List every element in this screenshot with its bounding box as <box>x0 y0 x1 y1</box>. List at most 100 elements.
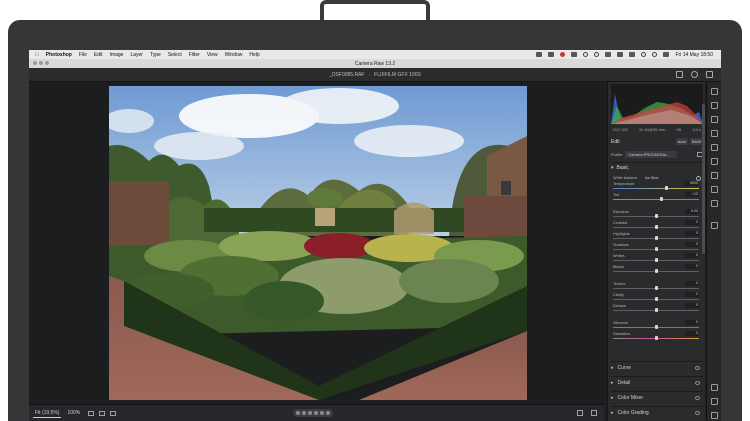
menu-help[interactable]: Help <box>249 52 259 58</box>
slider-value-field[interactable]: 0 <box>685 303 699 308</box>
menu-edit[interactable]: Edit <box>94 52 103 58</box>
menu-app-name[interactable]: Photoshop <box>46 52 72 58</box>
slider-contrast[interactable]: Contrast 0 <box>613 220 701 231</box>
slider-knob[interactable] <box>654 269 658 273</box>
slider-knob[interactable] <box>659 197 663 201</box>
zoom-tool-icon[interactable] <box>711 384 718 391</box>
fullscreen-icon[interactable] <box>706 71 713 78</box>
slider-knob[interactable] <box>654 286 658 290</box>
snapshots-icon[interactable] <box>711 186 718 193</box>
slider-temperature[interactable]: Temperature 6000 <box>613 181 701 192</box>
menu-clock[interactable]: Fri 14 May 18:50 <box>675 52 713 58</box>
visibility-eye-icon[interactable] <box>695 365 700 370</box>
slider-value-field[interactable]: 0 <box>685 220 699 225</box>
slider-track[interactable] <box>613 199 699 200</box>
wifi-icon[interactable] <box>641 52 647 57</box>
slider-knob[interactable] <box>654 258 658 262</box>
compare-view-icon[interactable] <box>591 410 597 416</box>
visibility-eye-icon[interactable] <box>695 410 700 415</box>
slider-vibrance[interactable]: Vibrance 0 <box>613 320 701 331</box>
menu-layer[interactable]: Layer <box>130 52 143 58</box>
settings-gear-icon[interactable] <box>691 71 698 78</box>
bluetooth-icon[interactable] <box>605 52 612 57</box>
record-icon[interactable] <box>560 52 566 57</box>
hand-tool-icon[interactable] <box>711 398 718 405</box>
eyedropper-icon[interactable] <box>696 175 701 181</box>
slider-knob[interactable] <box>654 297 658 301</box>
slider-knob[interactable] <box>654 325 658 329</box>
dropbox-icon[interactable] <box>536 52 543 57</box>
slider-value-field[interactable]: 0 <box>685 281 699 286</box>
section-color-grading[interactable]: ▸ Color Grading <box>611 406 703 418</box>
garden-photo[interactable] <box>109 86 527 400</box>
slider-value-field[interactable]: 6000 <box>685 181 699 186</box>
redeye-tool-icon[interactable] <box>711 172 718 179</box>
radial-tool-icon[interactable] <box>711 158 718 165</box>
window-controls[interactable] <box>33 61 49 65</box>
slider-highlights[interactable]: Highlights 0 <box>613 231 701 242</box>
sampler-tool-icon[interactable] <box>711 412 718 419</box>
image-canvas[interactable] <box>29 82 604 404</box>
filter-icon[interactable] <box>110 410 117 416</box>
slider-value-field[interactable]: 0.00 <box>685 209 699 214</box>
visibility-eye-icon[interactable] <box>695 380 700 385</box>
menu-type[interactable]: Type <box>150 52 161 58</box>
menu-filter[interactable]: Filter <box>189 52 200 58</box>
section-detail[interactable]: ▸ Detail <box>611 376 703 388</box>
battery-icon[interactable] <box>629 52 636 57</box>
slider-texture[interactable]: Texture 0 <box>613 281 701 292</box>
filmstrip-dots[interactable] <box>293 409 333 417</box>
display-icon[interactable] <box>571 52 578 57</box>
slider-clarity[interactable]: Clarity 0 <box>613 292 701 303</box>
fit-zoom-select[interactable]: Fit (19.5%) <box>33 409 62 418</box>
open-image-icon[interactable] <box>676 71 683 78</box>
creative-cloud-icon[interactable] <box>548 52 555 57</box>
slider-value-field[interactable]: 0 <box>685 320 699 325</box>
menu-select[interactable]: Select <box>168 52 182 58</box>
slider-value-field[interactable]: 0 <box>685 292 699 297</box>
gradient-tool-icon[interactable] <box>711 144 718 151</box>
slider-knob[interactable] <box>654 308 658 312</box>
slider-knob[interactable] <box>654 214 658 218</box>
slider-tint[interactable]: Tint +12 <box>613 192 701 203</box>
basic-header[interactable]: ▾ Basic <box>611 163 703 172</box>
slider-knob[interactable] <box>654 336 658 340</box>
panel-scrollbar[interactable] <box>702 104 705 254</box>
slider-value-field[interactable]: 0 <box>685 253 699 258</box>
slider-whites[interactable]: Whites 0 <box>613 253 701 264</box>
edit-tool-icon[interactable] <box>711 88 718 95</box>
apple-menu-icon[interactable]:  <box>35 52 39 58</box>
control-center-icon[interactable] <box>663 52 670 57</box>
time-machine-icon[interactable] <box>594 52 600 57</box>
sort-icon[interactable] <box>99 410 106 416</box>
slider-dehaze[interactable]: Dehaze 0 <box>613 303 701 314</box>
white-balance-select[interactable]: As Shot <box>645 176 658 180</box>
moon-icon[interactable] <box>583 52 589 57</box>
slider-value-field[interactable]: 0 <box>685 231 699 236</box>
slider-shadows[interactable]: Shadows 0 <box>613 242 701 253</box>
slider-track[interactable] <box>613 188 699 189</box>
image-info-icon[interactable] <box>88 410 95 416</box>
slider-value-field[interactable]: 0 <box>685 331 699 336</box>
auto-button[interactable]: Auto <box>675 138 688 145</box>
section-color-mixer[interactable]: ▸ Color Mixer <box>611 391 703 403</box>
zoom-100-select[interactable]: 100% <box>67 410 80 416</box>
section-curve[interactable]: ▸ Curve <box>611 361 703 373</box>
menu-image[interactable]: Image <box>110 52 124 58</box>
slider-knob[interactable] <box>654 247 658 251</box>
slider-knob[interactable] <box>664 186 668 190</box>
slider-knob[interactable] <box>654 225 658 229</box>
brush-tool-icon[interactable] <box>711 130 718 137</box>
slider-knob[interactable] <box>654 236 658 240</box>
menu-file[interactable]: File <box>79 52 87 58</box>
slider-blacks[interactable]: Blacks 0 <box>613 264 701 275</box>
menu-window[interactable]: Window <box>225 52 243 58</box>
crop-tool-icon[interactable] <box>711 102 718 109</box>
slider-saturation[interactable]: Saturation 0 <box>613 331 701 342</box>
spotlight-icon[interactable] <box>652 52 658 57</box>
profile-select[interactable]: Camera PROVIA/Sta... <box>625 150 678 158</box>
visibility-eye-icon[interactable] <box>695 395 700 400</box>
slider-exposure[interactable]: Exposure 0.00 <box>613 209 701 220</box>
volume-icon[interactable] <box>617 52 624 57</box>
filmstrip-toggle-icon[interactable] <box>577 410 583 416</box>
